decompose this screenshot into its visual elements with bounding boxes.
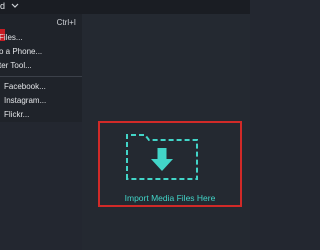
menu-item-label: o a Phone... — [0, 47, 43, 56]
menu-item-import-flickr[interactable]: Flickr... — [0, 108, 82, 121]
menu-item-label: ter Tool... — [0, 61, 32, 70]
menu-item-import-from-phone[interactable]: o a Phone... — [0, 45, 82, 58]
menu-item-import-files[interactable]: Files... — [0, 31, 82, 44]
menu-item-shortcut: Ctrl+I — [56, 18, 76, 27]
menu-item-import-facebook[interactable]: Facebook... — [0, 80, 82, 93]
import-dropdown-menu: Ctrl+I Files... o a Phone... ter Tool...… — [0, 14, 82, 122]
menu-item-import-media[interactable]: Ctrl+I — [0, 16, 82, 29]
menu-item-label: Instagram... — [4, 96, 47, 105]
file-menu-label[interactable]: d — [0, 0, 5, 12]
import-media-dropzone[interactable]: Import Media Files Here — [98, 121, 242, 207]
chevron-down-icon[interactable] — [11, 2, 19, 10]
menu-item-label: Files... — [0, 33, 23, 42]
menu-item-import-with-tool[interactable]: ter Tool... — [0, 59, 82, 72]
top-menu-bar: d — [0, 0, 250, 14]
folder-download-icon — [126, 134, 198, 180]
menu-item-label: Facebook... — [4, 82, 46, 91]
import-media-label: Import Media Files Here — [124, 193, 216, 203]
menu-item-label: Flickr... — [4, 110, 30, 119]
menu-divider — [0, 76, 82, 77]
menu-item-import-instagram[interactable]: Instagram... — [0, 94, 82, 107]
